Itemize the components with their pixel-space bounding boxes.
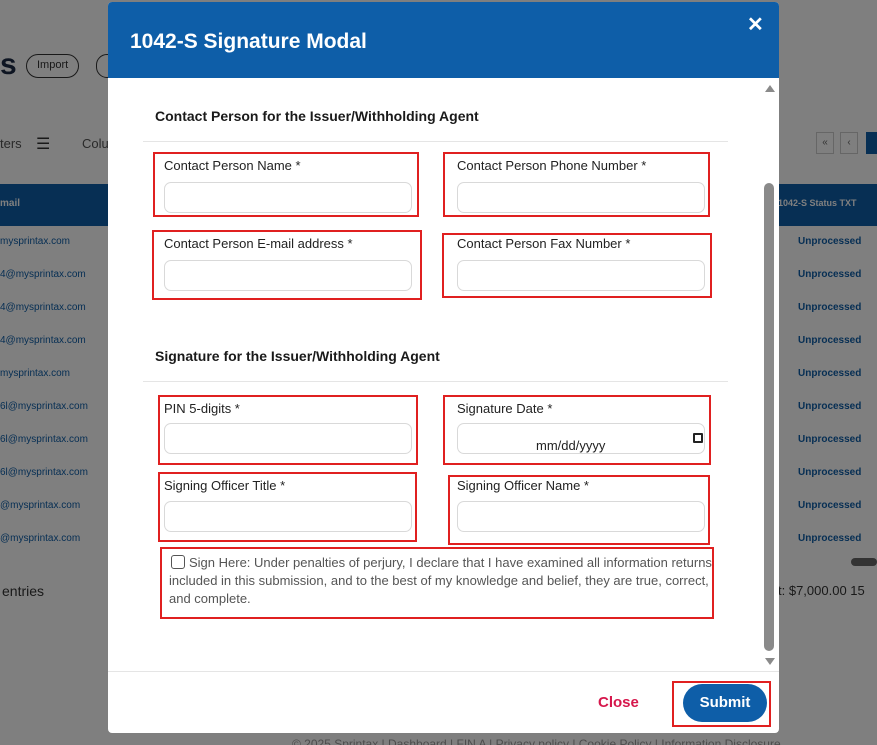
officer-name-input[interactable] [457,501,705,532]
signature-date-input[interactable]: mm/dd/yyyy [457,423,705,454]
close-button[interactable]: Close [598,694,639,711]
section-divider [143,381,728,382]
pin-input[interactable] [164,423,412,454]
sign-here-field: Sign Here: Under penalties of perjury, I… [160,547,714,619]
contact-name-input[interactable] [164,182,412,213]
officer-title-input[interactable] [164,501,412,532]
contact-fax-label: Contact Person Fax Number * [457,236,631,251]
scroll-up-icon[interactable] [765,85,775,92]
contact-phone-label: Contact Person Phone Number * [457,158,647,173]
calendar-icon[interactable] [693,433,703,443]
scroll-down-icon[interactable] [765,658,775,665]
submit-button[interactable]: Submit [683,684,767,722]
section-divider [143,141,728,142]
signature-modal: 1042-S Signature Modal ✕ Contact Person … [108,2,779,733]
pin-label: PIN 5-digits * [164,401,240,416]
modal-footer: Close Submit [108,671,779,733]
officer-title-label: Signing Officer Title * [164,478,286,493]
modal-header: 1042-S Signature Modal ✕ [108,2,779,78]
signature-date-label: Signature Date * [457,401,553,416]
section-title-contact: Contact Person for the Issuer/Withholdin… [155,108,479,124]
scrollbar-thumb[interactable] [764,183,774,651]
contact-email-label: Contact Person E-mail address * [164,236,353,251]
contact-phone-input[interactable] [457,182,705,213]
sign-here-text[interactable]: Sign Here: Under penalties of perjury, I… [169,554,713,608]
signature-date-placeholder: mm/dd/yyyy [536,438,606,453]
section-title-signature: Signature for the Issuer/Withholding Age… [155,348,440,364]
officer-name-label: Signing Officer Name * [457,478,589,493]
contact-fax-input[interactable] [457,260,705,291]
close-icon[interactable]: ✕ [747,12,764,37]
modal-title: 1042-S Signature Modal [130,30,367,53]
contact-email-input[interactable] [164,260,412,291]
contact-name-label: Contact Person Name * [164,158,301,173]
